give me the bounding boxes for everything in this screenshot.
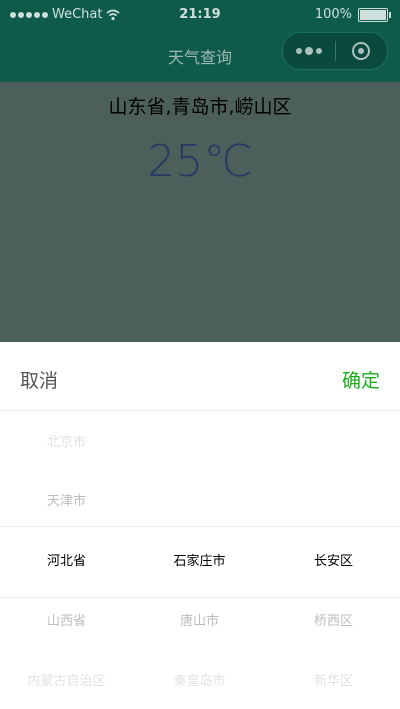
nav-bar: 天气查询 <box>0 30 400 82</box>
district-option[interactable]: 新华区 <box>267 672 400 692</box>
cancel-button[interactable]: 取消 <box>20 366 58 393</box>
district-option[interactable]: 桥西区 <box>267 612 400 632</box>
screen: WeChat 21:19 100% 天气查询 山东省,青岛市,崂山区 25℃ 取… <box>0 0 400 709</box>
location-text[interactable]: 山东省,青岛市,崂山区 <box>0 92 400 119</box>
confirm-button[interactable]: 确定 <box>342 366 380 393</box>
capsule-menu <box>282 32 388 70</box>
temperature-text: 25℃ <box>147 136 253 187</box>
city-option[interactable]: 秦皇岛市 <box>133 672 266 692</box>
province-column[interactable]: 北京市 天津市 河北省 山西省 内蒙古自治区 <box>0 411 133 709</box>
province-option-selected[interactable]: 河北省 <box>0 552 133 572</box>
status-bar: WeChat 21:19 100% <box>0 0 400 30</box>
city-option[interactable]: 唐山市 <box>133 612 266 632</box>
status-right: 100% <box>314 7 391 22</box>
district-column[interactable]: 长安区 桥西区 新华区 <box>267 411 400 709</box>
province-option[interactable]: 内蒙古自治区 <box>0 672 133 692</box>
target-close-icon <box>352 42 371 60</box>
picker-header: 取消 确定 <box>0 342 400 411</box>
province-option[interactable]: 北京市 <box>0 433 133 453</box>
city-column[interactable]: 石家庄市 唐山市 秦皇岛市 <box>133 411 266 709</box>
city-option-selected[interactable]: 石家庄市 <box>133 552 266 572</box>
weather-content: 山东省,青岛市,崂山区 25℃ <box>0 82 400 342</box>
province-option[interactable]: 天津市 <box>0 492 133 512</box>
region-picker: 取消 确定 北京市 天津市 河北省 山西省 内蒙古自治区 石家庄市 唐山市 秦皇… <box>0 342 400 709</box>
battery-icon <box>358 7 391 22</box>
picker-body[interactable]: 北京市 天津市 河北省 山西省 内蒙古自治区 石家庄市 唐山市 秦皇岛市 长安区… <box>0 411 400 709</box>
district-option-selected[interactable]: 长安区 <box>267 552 400 572</box>
battery-percent: 100% <box>314 7 352 22</box>
more-dots-icon[interactable] <box>283 46 335 55</box>
close-miniprogram-button[interactable] <box>335 42 387 60</box>
province-option[interactable]: 山西省 <box>0 612 133 632</box>
